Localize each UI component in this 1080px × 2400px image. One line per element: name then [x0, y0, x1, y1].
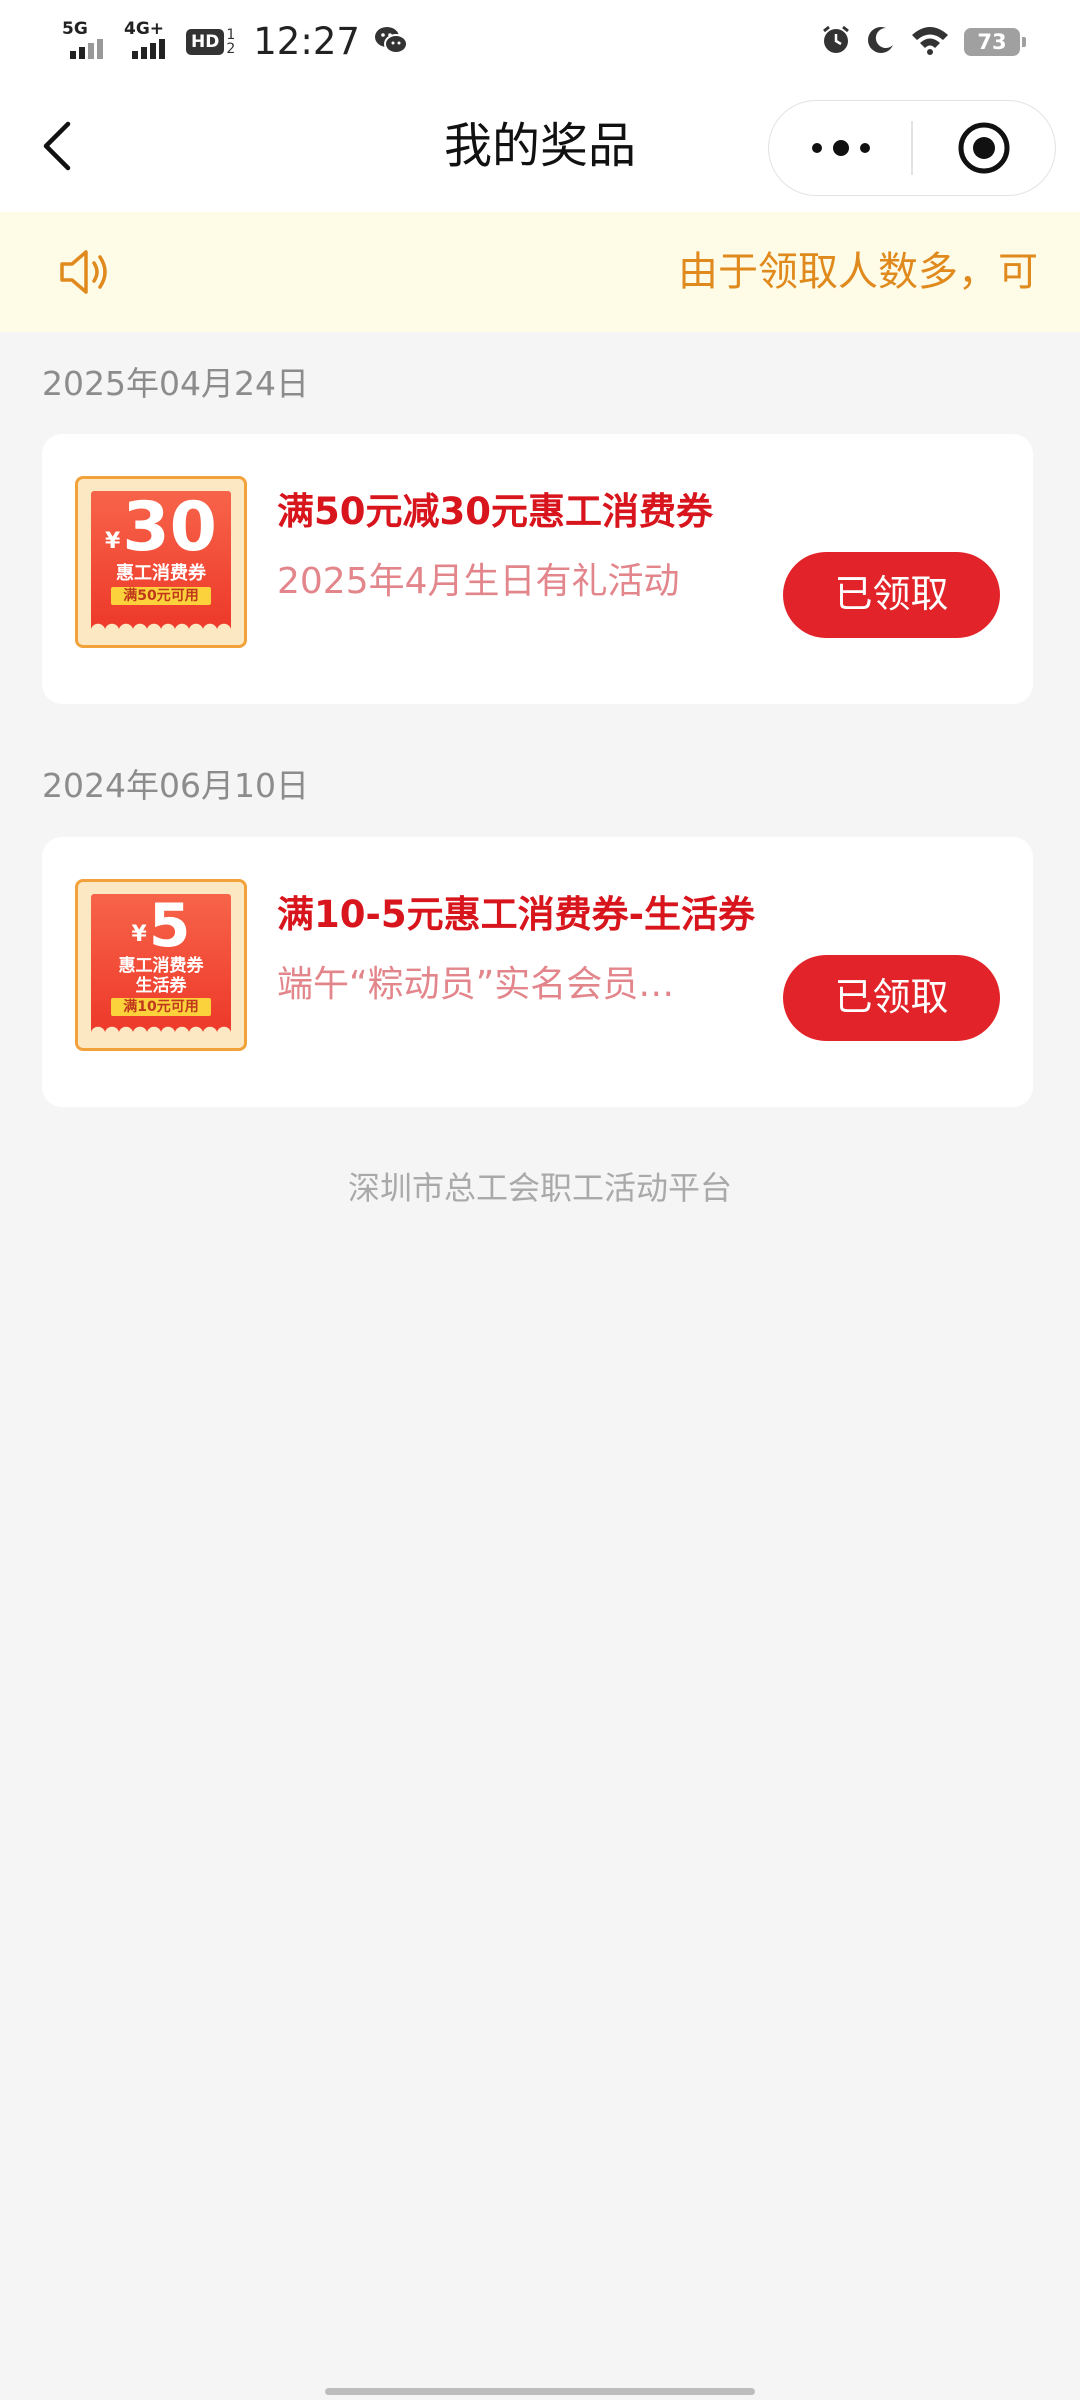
coupon-image: ¥ 5 惠工消费券 生活券 满10元可用	[75, 879, 247, 1051]
wechat-icon	[374, 25, 408, 59]
notice-text: 由于领取人数多，可	[678, 249, 1036, 295]
nav-bar: 我的奖品	[0, 84, 1080, 212]
close-mini-program-button[interactable]	[913, 101, 1055, 194]
moon-icon	[866, 25, 896, 59]
alarm-icon	[820, 24, 852, 60]
target-close-icon	[958, 122, 1010, 173]
wifi-icon	[910, 25, 950, 59]
coupon-image: ¥ 30 惠工消费券 满50元可用	[75, 476, 247, 648]
claimed-button[interactable]: 已领取	[783, 552, 1000, 638]
mini-program-capsule	[768, 100, 1056, 196]
notice-bar[interactable]: 由于领取人数多，可	[0, 212, 1080, 332]
battery-icon: 73	[964, 28, 1026, 56]
claimed-button[interactable]: 已领取	[783, 955, 1000, 1041]
coupon-tag: 满50元可用	[111, 587, 211, 605]
prize-card[interactable]: ¥ 30 惠工消费券 满50元可用 满50元减30元惠工消费券 2025年4月生…	[42, 434, 1033, 704]
coupon-yen: ¥	[131, 922, 147, 947]
coupon-amount: 30	[122, 488, 217, 567]
clock: 12:27	[253, 20, 360, 63]
speaker-icon	[56, 244, 112, 300]
prize-date: 2024年06月10日	[42, 766, 309, 805]
coupon-amount: 5	[148, 891, 191, 961]
status-bar: 5G 4G+ HD 12 12:27 73	[0, 0, 1080, 84]
prize-date: 2025年04月24日	[42, 364, 309, 403]
status-left: 5G 4G+ HD 12 12:27	[62, 18, 408, 66]
prize-card[interactable]: ¥ 5 惠工消费券 生活券 满10元可用 满10-5元惠工消费券-生活券 端午“…	[42, 837, 1033, 1107]
notice-marquee: 由于领取人数多，可	[678, 212, 1036, 332]
coupon-tag: 满10元可用	[111, 998, 211, 1016]
status-right: 73	[820, 18, 1026, 66]
coupon-yen: ¥	[105, 529, 121, 554]
coupon-name-2: 生活券	[135, 976, 187, 996]
prize-subtitle: 2025年4月生日有礼活动	[277, 561, 680, 602]
signal-4g-icon: 4G+	[124, 21, 172, 63]
home-indicator[interactable]	[325, 2388, 755, 2395]
prize-subtitle: 端午“粽动员”实名会员…	[277, 964, 675, 1005]
prize-title: 满10-5元惠工消费券-生活券	[277, 893, 755, 936]
more-button[interactable]	[769, 101, 913, 194]
more-dots-icon	[812, 139, 870, 156]
hd-voice-icon: HD 12	[186, 28, 235, 56]
footer-text: 深圳市总工会职工活动平台	[347, 1169, 732, 1207]
coupon-name: 惠工消费券	[118, 956, 204, 976]
signal-5g-icon: 5G	[62, 21, 110, 63]
prize-title: 满50元减30元惠工消费券	[277, 490, 713, 533]
